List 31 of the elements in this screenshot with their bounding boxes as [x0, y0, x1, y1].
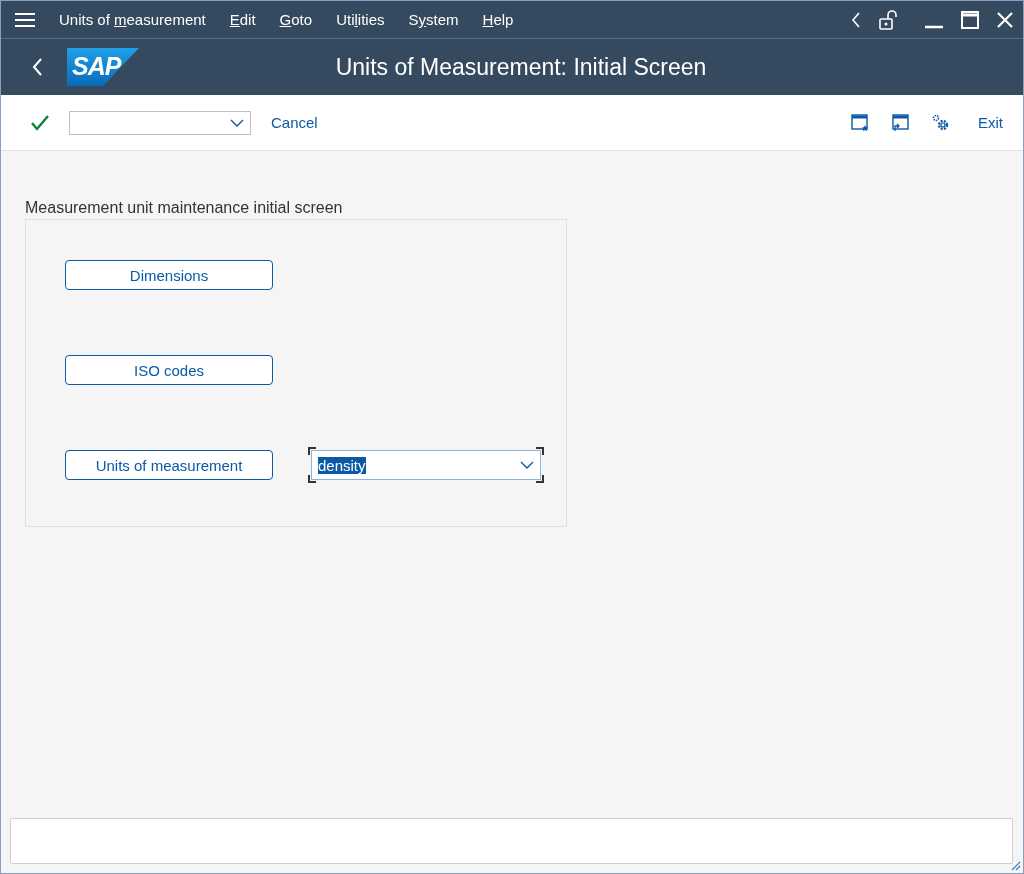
maximize-icon[interactable]: [961, 10, 979, 29]
back-icon[interactable]: [851, 11, 861, 28]
close-icon[interactable]: [997, 11, 1013, 28]
focus-corner: [536, 475, 544, 483]
push-button[interactable]: ISO codes: [65, 355, 273, 385]
padlock-icon[interactable]: [879, 9, 897, 30]
back-icon[interactable]: [31, 57, 43, 77]
menu-icon[interactable]: [15, 11, 35, 28]
menu-item[interactable]: Units of measurement: [59, 11, 218, 28]
focus-corner: [308, 475, 316, 483]
group-title: Measurement unit maintenance initial screen: [25, 199, 343, 217]
menu-item[interactable]: Goto: [267, 11, 325, 28]
toolbar-button[interactable]: Exit: [972, 110, 1009, 135]
dropdown-caret-icon[interactable]: [230, 118, 244, 127]
toolbar-button[interactable]: Cancel: [265, 110, 324, 135]
menu-item[interactable]: Utilities: [324, 11, 397, 28]
resize-grip-icon: [1011, 861, 1021, 871]
dropdown-caret-icon[interactable]: [520, 461, 534, 469]
focus-corner: [308, 447, 316, 455]
push-button[interactable]: Dimensions: [65, 260, 273, 290]
dropdown-field[interactable]: density: [311, 450, 541, 480]
command-field[interactable]: [69, 110, 251, 135]
screen-title: Units of Measurement: Initial Screen: [334, 53, 708, 81]
push-button[interactable]: Units of measurement: [65, 450, 273, 480]
gears-icon[interactable]: [931, 113, 951, 132]
logo: SAP: [67, 48, 139, 86]
menu-item[interactable]: Help: [470, 11, 526, 28]
menu-item[interactable]: System: [396, 11, 471, 28]
checkmark-icon[interactable]: [31, 114, 49, 131]
menu-item[interactable]: Edit: [217, 11, 268, 28]
focus-corner: [536, 447, 544, 455]
